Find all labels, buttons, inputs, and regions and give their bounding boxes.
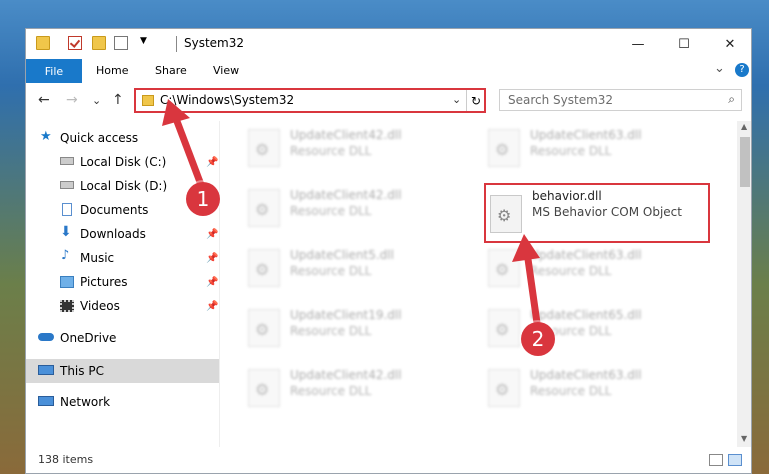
step-2-badge: 2 — [521, 322, 555, 356]
annotation-arrows — [162, 99, 542, 331]
arrow-2-head — [512, 234, 540, 262]
arrow-2-shaft — [523, 251, 542, 331]
step-1-badge: 1 — [186, 182, 220, 216]
arrow-1-shaft — [171, 114, 207, 192]
arrow-1-head — [162, 99, 190, 126]
